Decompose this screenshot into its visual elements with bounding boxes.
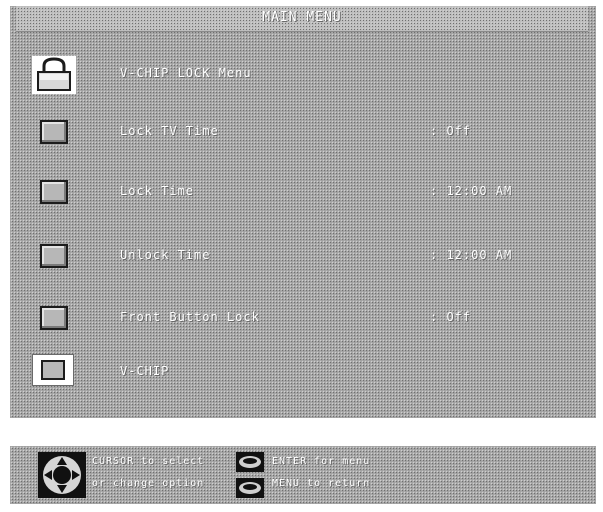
padlock-icon <box>32 56 76 94</box>
help-cursor-text: CURSOR to select <box>92 456 205 467</box>
menu-item-label: Lock TV Time <box>120 124 219 138</box>
square-button-icon-inner <box>41 360 65 380</box>
square-button-icon <box>32 354 74 386</box>
menu-button-icon <box>236 478 264 498</box>
menu-title: MAIN MENU <box>262 10 342 25</box>
menu-item-label: V-CHIP LOCK Menu <box>120 66 252 80</box>
menu-item-vchip[interactable]: V-CHIP <box>10 352 596 392</box>
menu-item-label: Unlock Time <box>120 248 211 262</box>
help-change-text: or change option <box>92 478 205 489</box>
tv-menu-screen: MAIN MENU V-CHIP LOCK Menu Lock TV Time … <box>0 0 603 512</box>
menu-item-lock-tv-time[interactable]: Lock TV Time : Off <box>10 112 596 152</box>
help-bar: CURSOR to select or change option ENTER … <box>10 446 596 504</box>
menu-item-vchip-lock-menu[interactable]: V-CHIP LOCK Menu <box>10 54 596 94</box>
menu-item-label: Lock Time <box>120 184 195 198</box>
menu-item-value: : Off <box>430 124 472 138</box>
square-button-icon <box>40 120 68 144</box>
square-button-icon <box>40 306 68 330</box>
enter-button-icon <box>236 452 264 472</box>
square-button-icon <box>40 244 68 268</box>
menu-item-unlock-time[interactable]: Unlock Time : 12:00 AM <box>10 236 596 276</box>
dpad-icon <box>38 452 86 498</box>
help-enter-text: ENTER for menu <box>272 456 371 467</box>
help-menu-text: MENU to return <box>272 478 371 489</box>
title-bar: MAIN MENU <box>16 6 588 32</box>
menu-item-value: : 12:00 AM <box>430 184 513 198</box>
menu-item-value: : Off <box>430 310 472 324</box>
menu-item-label: V-CHIP <box>120 364 170 378</box>
menu-item-label: Front Button Lock <box>120 310 260 324</box>
menu-item-lock-time[interactable]: Lock Time : 12:00 AM <box>10 172 596 212</box>
menu-item-front-button-lock[interactable]: Front Button Lock : Off <box>10 298 596 338</box>
menu-item-value: : 12:00 AM <box>430 248 513 262</box>
square-button-icon <box>40 180 68 204</box>
